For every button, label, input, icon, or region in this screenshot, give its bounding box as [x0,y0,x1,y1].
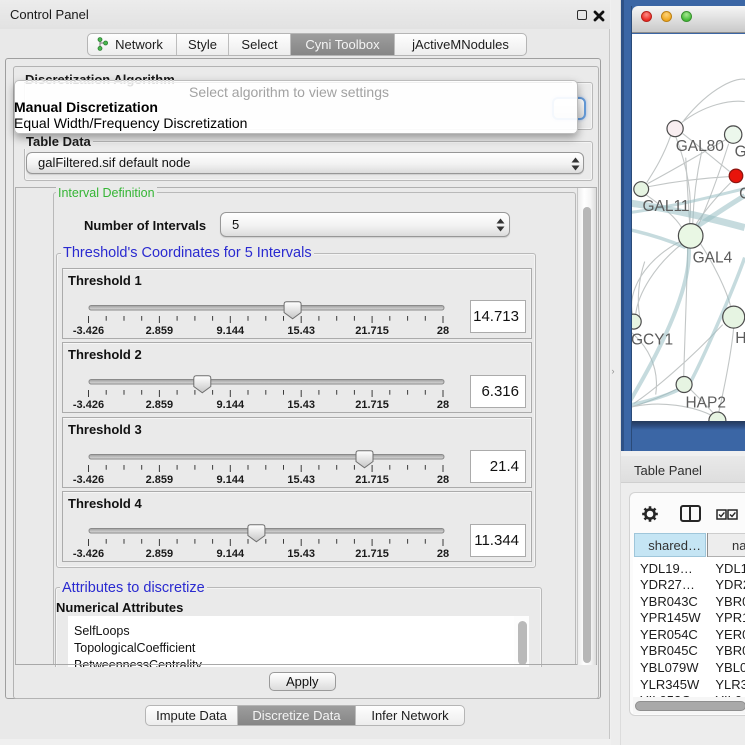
svg-text:28: 28 [437,399,449,411]
svg-text:15.43: 15.43 [287,474,315,486]
svg-text:-3.426: -3.426 [73,474,104,486]
svg-text:21.715: 21.715 [355,548,389,560]
svg-text:HAP2: HAP2 [686,395,726,412]
svg-text:15.43: 15.43 [287,325,315,337]
svg-text:15.43: 15.43 [287,399,315,411]
svg-text:21.715: 21.715 [355,399,389,411]
svg-text:-3.426: -3.426 [73,548,104,560]
svg-text:GAL11: GAL11 [643,198,690,215]
svg-text:9.144: 9.144 [217,325,245,337]
svg-text:2.859: 2.859 [146,325,174,337]
svg-text:GAL: GAL [735,144,745,161]
svg-text:2.859: 2.859 [146,399,174,411]
svg-text:28: 28 [437,474,449,486]
svg-text:GA: GA [739,186,745,203]
svg-text:21.715: 21.715 [355,325,389,337]
svg-text:2.859: 2.859 [146,474,174,486]
svg-text:GAL4: GAL4 [693,250,733,267]
svg-text:GAL80: GAL80 [676,138,724,155]
svg-text:9.144: 9.144 [217,474,245,486]
svg-text:GCY1: GCY1 [632,332,673,349]
svg-text:9.144: 9.144 [217,548,245,560]
svg-text:21.715: 21.715 [355,474,389,486]
svg-text:9.144: 9.144 [217,399,245,411]
svg-text:-3.426: -3.426 [73,399,104,411]
svg-text:28: 28 [437,548,449,560]
svg-text:2.859: 2.859 [146,548,174,560]
svg-text:HA: HA [736,330,745,347]
svg-text:28: 28 [437,325,449,337]
svg-text:-3.426: -3.426 [73,325,104,337]
svg-text:15.43: 15.43 [287,548,315,560]
